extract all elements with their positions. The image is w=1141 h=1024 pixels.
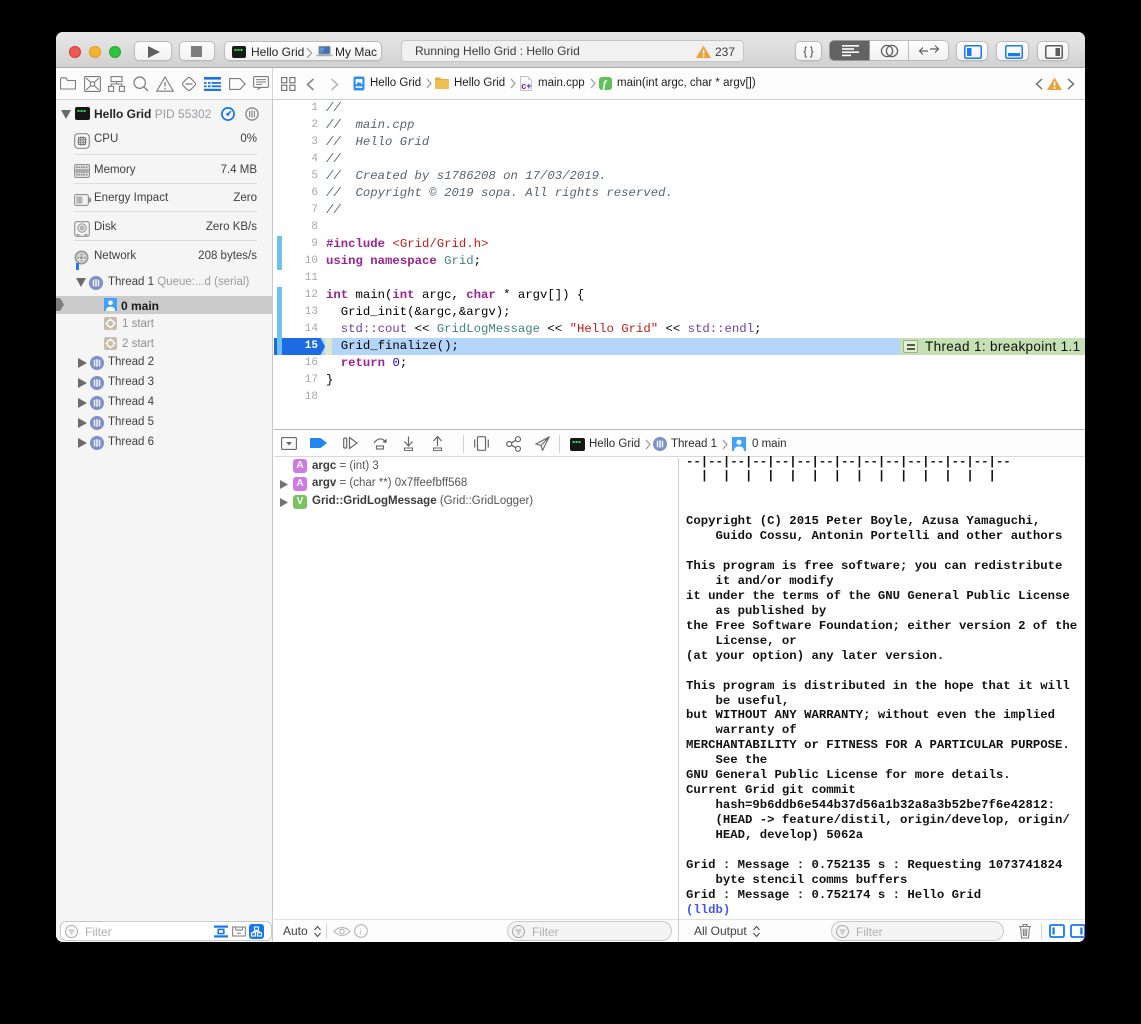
svg-text:c+: c+ (521, 81, 531, 91)
svg-text:i: i (359, 927, 362, 937)
